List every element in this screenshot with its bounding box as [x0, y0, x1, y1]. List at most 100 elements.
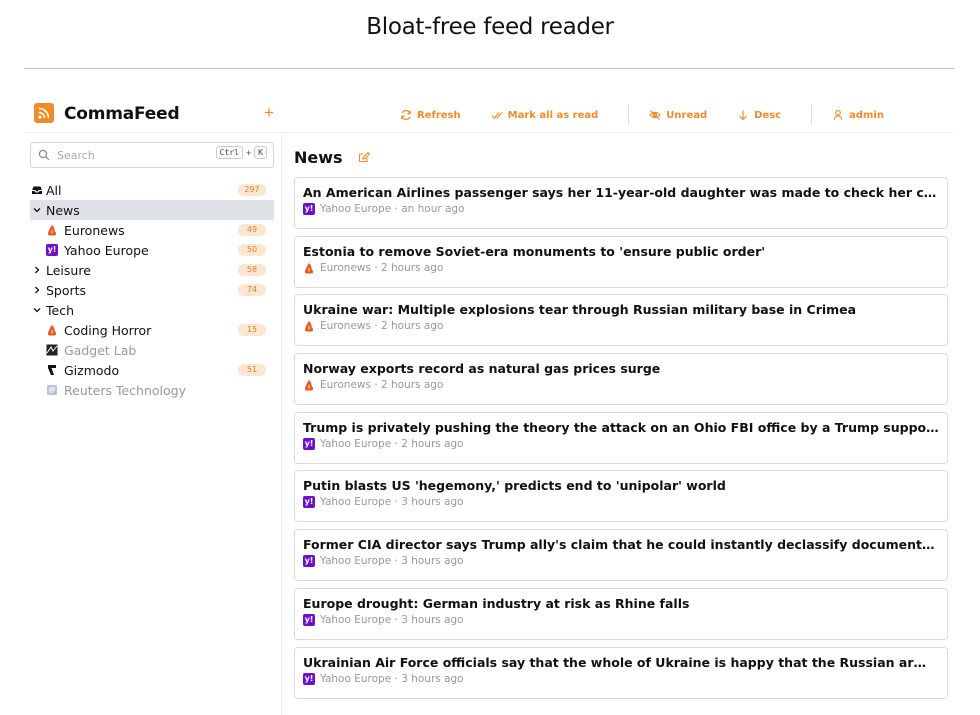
chevron-down-icon[interactable] — [30, 305, 44, 315]
entry-title[interactable]: Trump is privately pushing the theory th… — [303, 420, 939, 436]
meta-separator: · — [391, 203, 402, 215]
edit-icon[interactable] — [358, 150, 371, 168]
search-shortcut: Ctrl + K — [215, 146, 267, 159]
refresh-button[interactable]: Refresh — [400, 109, 461, 121]
tree-item-news[interactable]: News — [30, 200, 274, 220]
tree-item-label: News — [46, 202, 80, 218]
entries-panel: News An American Airlines passenger says… — [282, 134, 972, 715]
search-input[interactable] — [57, 146, 197, 164]
tree-item-label: Euronews — [64, 222, 125, 238]
entry-title[interactable]: Ukrainian Air Force officials say that t… — [303, 655, 939, 671]
entry-card[interactable]: Europe drought: German industry at risk … — [294, 587, 948, 640]
toolbar-divider — [628, 105, 630, 125]
meta-separator: · — [370, 379, 381, 392]
tree-item-reuters-technology[interactable]: Reuters Technology — [30, 380, 274, 400]
unread-count-badge: 49 — [238, 224, 266, 236]
entry-title[interactable]: Europe drought: German industry at risk … — [303, 596, 939, 612]
meta-separator: · — [370, 320, 381, 333]
entry-card[interactable]: Former CIA director says Trump ally's cl… — [294, 529, 948, 582]
euronews-icon — [303, 379, 315, 391]
tree-item-label: All — [46, 182, 62, 198]
tree-item-yahoo-europe[interactable]: y! Yahoo Europe 50 — [30, 240, 274, 260]
sort-desc-button[interactable]: Desc — [737, 109, 781, 121]
unread-count-badge: 297 — [238, 184, 266, 196]
tree-item-gizmodo[interactable]: Gizmodo 51 — [30, 360, 274, 380]
entry-meta: Euronews · 2 hours ago — [303, 379, 939, 391]
app-header: CommaFeed + Refresh Mark all as read Unr… — [24, 97, 954, 133]
tree-item-label: Coding Horror — [64, 322, 152, 338]
entry-card[interactable]: Ukrainian Air Force officials say that t… — [294, 646, 948, 699]
meta-separator: · — [391, 555, 402, 568]
yahoo-icon: y! — [303, 437, 315, 450]
brand-name: CommaFeed — [64, 104, 180, 124]
gizmodo-icon — [46, 364, 58, 376]
entry-source: Euronews — [320, 320, 371, 333]
meta-separator: · — [391, 613, 402, 626]
euronews-icon — [303, 320, 315, 332]
tree-item-label: Leisure — [46, 262, 91, 278]
tree-item-sports[interactable]: Sports 74 — [30, 280, 274, 300]
entry-source: Euronews — [320, 379, 371, 392]
unread-label: Unread — [666, 109, 708, 121]
checks-icon — [491, 112, 503, 119]
chevron-down-icon[interactable] — [30, 205, 44, 215]
meta-separator: · — [391, 437, 402, 450]
tree-item-all[interactable]: All 297 — [30, 180, 274, 200]
entry-meta: y! Yahoo Europe · 3 hours ago — [303, 555, 939, 568]
tree-item-label: Gadget Lab — [64, 342, 137, 358]
entry-title[interactable]: Former CIA director says Trump ally's cl… — [303, 537, 939, 553]
entry-title[interactable]: Putin blasts US 'hegemony,' predicts end… — [303, 478, 939, 494]
tree-item-tech[interactable]: Tech — [30, 300, 274, 320]
shortcut-key-ctrl: Ctrl — [215, 146, 243, 159]
entry-card[interactable]: An American Airlines passenger says her … — [294, 177, 948, 229]
entry-title[interactable]: Norway exports record as natural gas pri… — [303, 361, 939, 377]
desc-label: Desc — [754, 109, 782, 121]
sidebar: Ctrl + K All 297 News Euronews 49 y! Yah… — [24, 134, 282, 715]
entry-meta: y! Yahoo Europe · 3 hours ago — [303, 496, 939, 509]
entry-time: 3 hours ago — [401, 496, 464, 509]
entry-source: Euronews — [320, 261, 371, 274]
mark-all-as-read-button[interactable]: Mark all as read — [491, 109, 598, 121]
entry-meta: y! Yahoo Europe · an hour ago — [303, 203, 939, 215]
eye-off-icon — [649, 110, 662, 120]
unread-count-badge: 51 — [238, 364, 266, 376]
unread-toggle-button[interactable]: Unread — [649, 109, 707, 121]
entry-list: An American Airlines passenger says her … — [294, 177, 948, 705]
page-heading: Bloat-free feed reader — [366, 14, 614, 40]
entry-card[interactable]: Putin blasts US 'hegemony,' predicts end… — [294, 470, 948, 523]
meta-separator: · — [391, 672, 402, 685]
yahoo-icon: y! — [46, 244, 58, 256]
unread-count-badge: 74 — [238, 284, 266, 296]
entry-source: Yahoo Europe — [320, 672, 392, 685]
inbox-icon — [30, 184, 44, 196]
add-subscription-button[interactable]: + — [264, 103, 274, 123]
yahoo-icon: y! — [303, 203, 315, 215]
coding-horror-icon — [46, 324, 58, 336]
entry-time: 2 hours ago — [381, 320, 444, 333]
entry-meta: Euronews · 2 hours ago — [303, 320, 939, 332]
tree-item-euronews[interactable]: Euronews 49 — [30, 220, 274, 240]
entry-source: Yahoo Europe — [320, 203, 392, 215]
arrow-down-icon — [739, 110, 748, 121]
entry-time: an hour ago — [401, 203, 465, 215]
entry-card[interactable]: Ukraine war: Multiple explosions tear th… — [294, 294, 948, 347]
unread-count-badge: 58 — [238, 264, 266, 276]
meta-separator: · — [391, 496, 402, 509]
user-menu-button[interactable]: admin — [832, 109, 884, 121]
entry-card[interactable]: Trump is privately pushing the theory th… — [294, 411, 948, 464]
reuters-icon — [46, 384, 58, 396]
tree-item-leisure[interactable]: Leisure 58 — [30, 260, 274, 280]
entry-card[interactable]: Norway exports record as natural gas pri… — [294, 353, 948, 406]
feed-tree: All 297 News Euronews 49 y! Yahoo Europe… — [30, 180, 274, 400]
entry-card[interactable]: Estonia to remove Soviet-era monuments t… — [294, 235, 948, 288]
entry-meta: y! Yahoo Europe · 3 hours ago — [303, 672, 939, 685]
euronews-icon — [303, 262, 315, 274]
entry-title[interactable]: Ukraine war: Multiple explosions tear th… — [303, 302, 939, 318]
entry-meta: Euronews · 2 hours ago — [303, 262, 939, 274]
tree-item-gadget-lab[interactable]: Gadget Lab — [30, 340, 274, 360]
chevron-right-icon[interactable] — [30, 285, 44, 295]
entry-title[interactable]: Estonia to remove Soviet-era monuments t… — [303, 244, 939, 260]
entry-title[interactable]: An American Airlines passenger says her … — [303, 185, 939, 201]
chevron-right-icon[interactable] — [30, 265, 44, 275]
tree-item-coding-horror[interactable]: Coding Horror 15 — [30, 320, 274, 340]
